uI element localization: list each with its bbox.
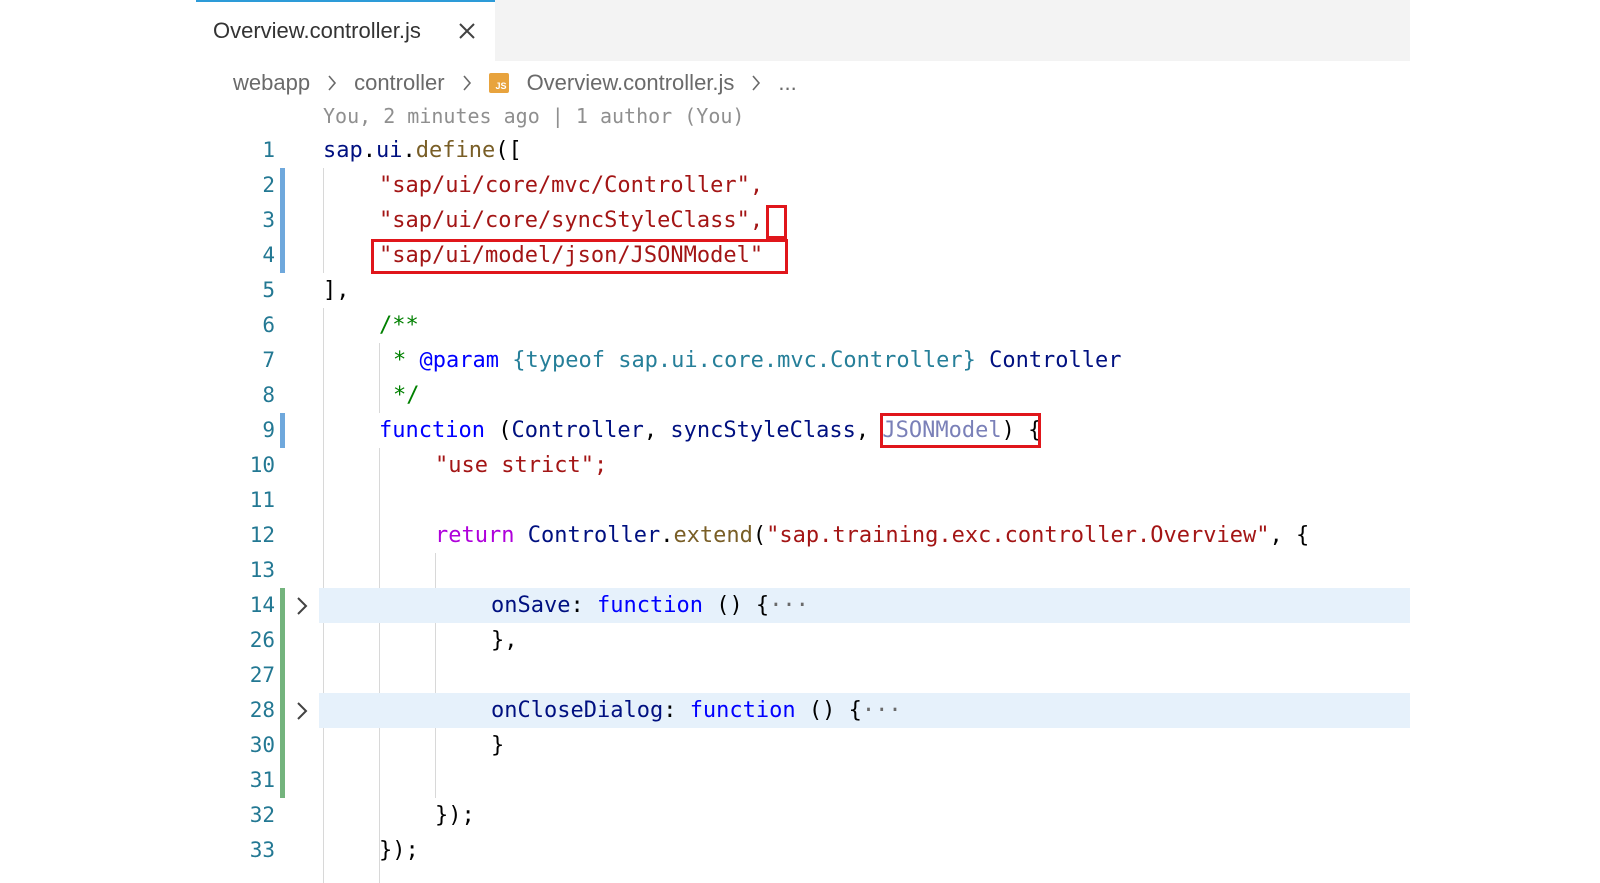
line-number: 5: [262, 278, 275, 302]
line-text: },: [491, 628, 518, 653]
code-line[interactable]: 4 "sap/ui/model/json/JSONModel": [196, 238, 1410, 273]
code-line[interactable]: 2 "sap/ui/core/mvc/Controller",: [196, 168, 1410, 203]
line-text: onSave: function () {···: [491, 593, 809, 618]
line-number: 3: [262, 208, 275, 232]
line-text: "use strict";: [435, 453, 608, 478]
line-number: 14: [249, 593, 275, 617]
line-number: 33: [249, 838, 275, 862]
line-number: 2: [262, 173, 275, 197]
code-line[interactable]: 7 * @param {typeof sap.ui.core.mvc.Contr…: [196, 343, 1410, 378]
git-blame-codelens[interactable]: You, 2 minutes ago | 1 author (You): [323, 104, 744, 128]
code-line[interactable]: 12 return Controller.extend("sap.trainin…: [196, 518, 1410, 553]
git-added-indicator[interactable]: [280, 693, 285, 728]
chevron-right-icon[interactable]: [292, 700, 312, 722]
code-line[interactable]: 10 "use strict";: [196, 448, 1410, 483]
git-added-indicator[interactable]: [280, 623, 285, 658]
line-text: }: [491, 733, 505, 758]
line-number: 1: [262, 138, 275, 162]
git-added-indicator[interactable]: [280, 763, 285, 798]
line-text: */: [393, 383, 420, 408]
line-number: 28: [249, 698, 275, 722]
line-text: });: [379, 838, 419, 863]
close-icon[interactable]: [454, 18, 480, 44]
line-number: 30: [249, 733, 275, 757]
line-number: 12: [249, 523, 275, 547]
git-added-indicator[interactable]: [280, 658, 285, 693]
line-text: function (Controller, syncStyleClass, JS…: [379, 418, 1042, 443]
line-number: 27: [249, 663, 275, 687]
code-line-folded[interactable]: 28 onCloseDialog: function () {···: [196, 693, 1410, 728]
code-line[interactable]: 26 },: [196, 623, 1410, 658]
line-number: 32: [249, 803, 275, 827]
line-text: ],: [323, 278, 350, 303]
line-number: 31: [249, 768, 275, 792]
line-text: "sap/ui/model/json/JSONModel": [379, 243, 764, 268]
line-text: "sap/ui/core/syncStyleClass",: [379, 208, 764, 233]
git-modified-indicator[interactable]: [280, 413, 285, 448]
code-line[interactable]: 33 });: [196, 833, 1410, 868]
git-added-indicator[interactable]: [280, 588, 285, 623]
code-line[interactable]: 30 }: [196, 728, 1410, 763]
git-modified-indicator[interactable]: [280, 238, 285, 273]
code-line[interactable]: 13: [196, 553, 1410, 588]
line-number: 9: [262, 418, 275, 442]
code-line[interactable]: 11: [196, 483, 1410, 518]
git-added-indicator[interactable]: [280, 728, 285, 763]
line-text: "sap/ui/core/mvc/Controller",: [379, 173, 764, 198]
git-modified-indicator[interactable]: [280, 203, 285, 238]
code-line[interactable]: 8 */: [196, 378, 1410, 413]
chevron-right-icon: [462, 75, 471, 91]
code-line[interactable]: 5 ],: [196, 273, 1410, 308]
line-text: });: [435, 803, 475, 828]
chevron-right-icon: [752, 75, 761, 91]
breadcrumb-item-controller[interactable]: controller: [354, 70, 444, 96]
tab-label: Overview.controller.js: [213, 18, 421, 43]
code-line[interactable]: 6 /**: [196, 308, 1410, 343]
line-text: /**: [379, 313, 419, 338]
code-line[interactable]: 32 });: [196, 798, 1410, 833]
line-text: sap.ui.define([: [323, 138, 522, 163]
tab-overview-controller[interactable]: Overview.controller.js: [196, 0, 495, 61]
git-modified-indicator[interactable]: [280, 168, 285, 203]
line-text: return Controller.extend("sap.training.e…: [435, 523, 1310, 548]
tab-bar: Overview.controller.js: [196, 0, 1410, 61]
line-text: * @param {typeof sap.ui.core.mvc.Control…: [393, 348, 1122, 373]
breadcrumb-item-file[interactable]: Overview.controller.js: [527, 70, 735, 96]
js-file-icon: JS: [488, 73, 509, 93]
chevron-right-icon[interactable]: [292, 595, 312, 617]
line-number: 13: [249, 558, 275, 582]
code-line[interactable]: 27: [196, 658, 1410, 693]
code-line[interactable]: 9 function (Controller, syncStyleClass, …: [196, 413, 1410, 448]
line-number: 4: [262, 243, 275, 267]
line-number: 10: [249, 453, 275, 477]
line-number: 7: [262, 348, 275, 372]
code-editor: Overview.controller.js webapp controller…: [196, 0, 1410, 883]
line-number: 8: [262, 383, 275, 407]
code-line[interactable]: 1 sap.ui.define([: [196, 133, 1410, 168]
code-line[interactable]: 3 "sap/ui/core/syncStyleClass",: [196, 203, 1410, 238]
chevron-right-icon: [328, 75, 337, 91]
line-number: 6: [262, 313, 275, 337]
breadcrumb-item-symbols[interactable]: ...: [778, 70, 796, 96]
code-line[interactable]: 31: [196, 763, 1410, 798]
line-number: 11: [249, 488, 275, 512]
breadcrumb-item-webapp[interactable]: webapp: [233, 70, 310, 96]
code-line-folded[interactable]: 14 onSave: function () {···: [196, 588, 1410, 623]
folded-line-highlight: [319, 588, 1410, 623]
line-number: 26: [249, 628, 275, 652]
breadcrumb: webapp controller JS Overview.controller…: [233, 66, 797, 100]
line-text: onCloseDialog: function () {···: [491, 698, 902, 723]
